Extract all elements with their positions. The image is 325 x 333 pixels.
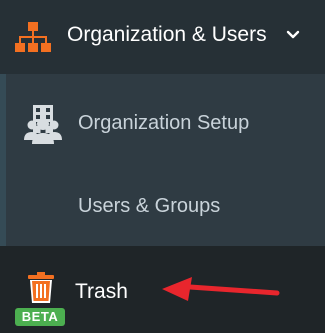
submenu: Organization Setup Users & Groups (0, 74, 325, 246)
menu-header-organization-users[interactable]: Organization & Users (0, 0, 325, 74)
trash-icon (28, 272, 54, 303)
red-arrow-icon (162, 277, 280, 301)
chevron-down-icon[interactable] (286, 29, 300, 41)
submenu-item-label: Users & Groups (78, 195, 221, 217)
menu-item-trash-label: Trash (75, 280, 128, 303)
users-icon (24, 118, 62, 144)
beta-badge: BETA (15, 308, 65, 326)
menu-item-trash[interactable]: BETA Trash (0, 246, 325, 333)
org-chart-icon (15, 22, 51, 52)
submenu-item-label: Organization Setup (78, 112, 250, 134)
menu-header-label: Organization & Users (67, 23, 267, 46)
submenu-item-users-groups[interactable]: Users & Groups (0, 160, 325, 246)
